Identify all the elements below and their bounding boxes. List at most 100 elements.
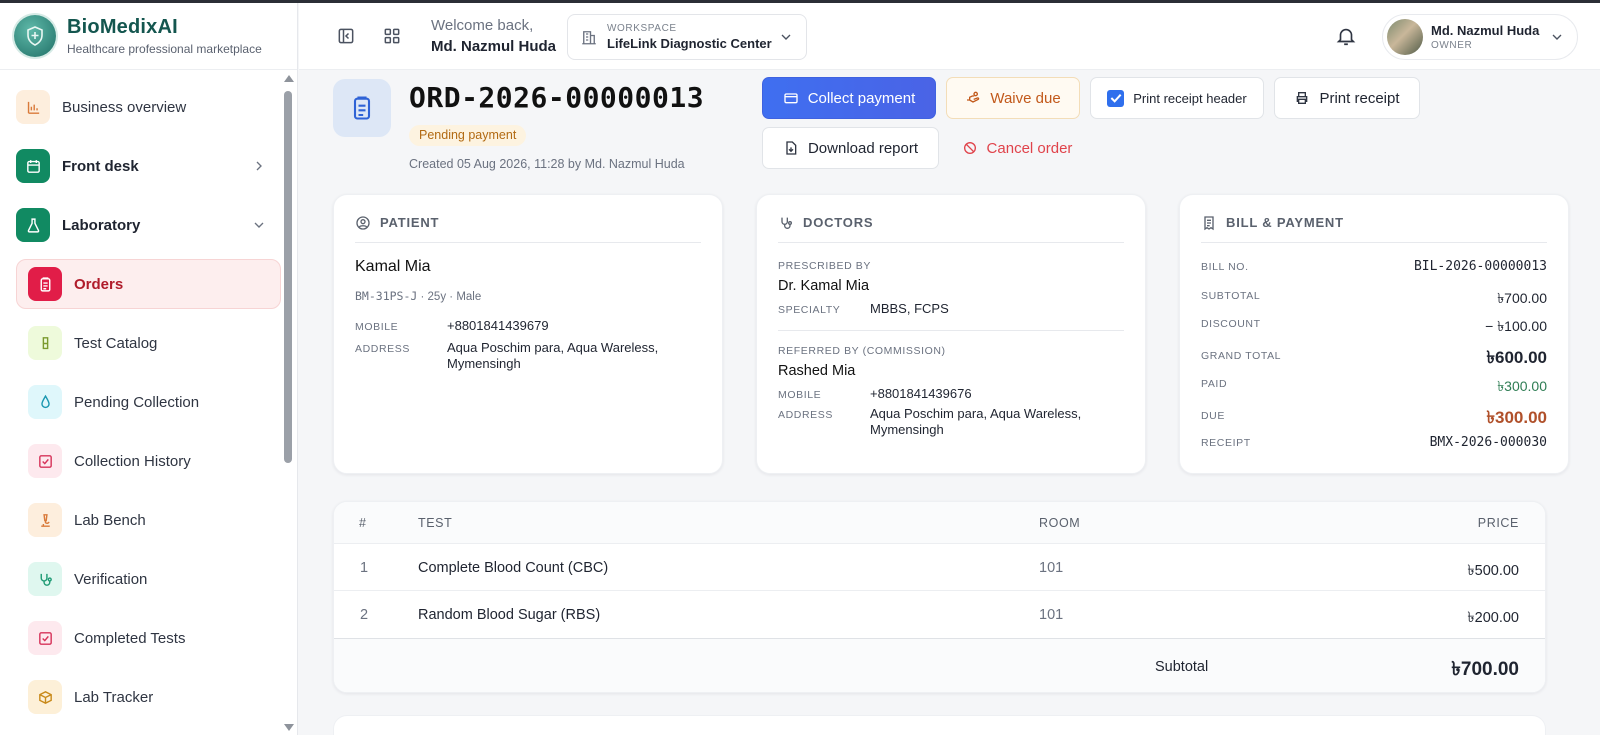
apps-grid-button[interactable] — [380, 24, 404, 48]
sidebar-item-label: Business overview — [62, 98, 187, 116]
print-receipt-label: Print receipt — [1319, 89, 1400, 107]
brand: BioMedixAI Healthcare professional marke… — [0, 3, 297, 70]
referred-by-name: Rashed Mia — [778, 363, 856, 379]
download-report-label: Download report — [807, 139, 919, 157]
sidebar-item-lab-bench[interactable]: Lab Bench — [28, 495, 281, 545]
sidebar-item-pending-collection[interactable]: Pending Collection — [28, 377, 281, 427]
referrer-mobile: +8801841439676 — [870, 386, 972, 401]
download-report-button[interactable]: Download report — [762, 127, 939, 169]
col-test: TEST — [418, 516, 453, 530]
file-download-icon — [786, 141, 797, 155]
print-receipt-header-checkbox[interactable]: Print receipt header — [1090, 77, 1264, 119]
due-label: DUE — [1201, 410, 1225, 422]
workspace-selector[interactable]: WORKSPACE LifeLink Diagnostic Center — [567, 14, 807, 60]
collect-payment-label: Collect payment — [807, 89, 916, 107]
sidebar-item-label: Completed Tests — [74, 629, 186, 647]
sidebar-item-label: Collection History — [74, 452, 191, 470]
sidebar-scrollbar[interactable] — [283, 75, 294, 735]
discount-label: DISCOUNT — [1201, 318, 1261, 330]
table-row: 2 Random Blood Sugar (RBS) 101 ৳200.00 — [334, 591, 1545, 638]
scroll-down-arrow-icon[interactable] — [284, 724, 294, 731]
row-price: ৳500.00 — [1467, 563, 1519, 579]
specialty-label: SPECIALTY — [778, 304, 841, 316]
collapse-sidebar-button[interactable] — [334, 24, 358, 48]
row-test: Random Blood Sugar (RBS) — [418, 607, 601, 623]
sidebar-item-completed-tests[interactable]: Completed Tests — [28, 613, 281, 663]
tests-table: # TEST ROOM PRICE 1 Complete Blood Count… — [333, 501, 1546, 693]
droplet-icon — [28, 385, 62, 419]
patient-card: PATIENT Kamal Mia BM-31PS-J · 25y · Male… — [333, 194, 723, 474]
sidebar-item-label: Lab Tracker — [74, 688, 154, 706]
cancel-order-button[interactable]: Cancel order — [947, 127, 1087, 169]
ban-icon — [963, 142, 976, 154]
paid-value: ৳300.00 — [1497, 378, 1547, 394]
patient-address-line1: Aqua Poschim para, Aqua Wareless, — [447, 340, 659, 355]
row-test: Complete Blood Count (CBC) — [418, 560, 609, 576]
bill-section-title: BILL & PAYMENT — [1226, 215, 1344, 230]
discount-value: − ৳100.00 — [1485, 318, 1547, 334]
bill-no-label: BILL NO. — [1201, 261, 1249, 273]
sidebar-item-collection-history[interactable]: Collection History — [28, 436, 281, 486]
chevron-down-icon — [254, 222, 264, 228]
row-price: ৳200.00 — [1467, 610, 1519, 626]
scrollbar-thumb[interactable] — [284, 91, 292, 463]
user-menu[interactable]: Md. Nazmul Huda OWNER — [1382, 14, 1578, 60]
sidebar-item-lab-tracker[interactable]: Lab Tracker — [28, 672, 281, 722]
sidebar-item-label: Verification — [74, 570, 148, 588]
patient-gender: · Male — [449, 291, 482, 303]
building-icon — [582, 31, 596, 45]
chevron-down-icon — [1552, 34, 1562, 40]
scroll-up-arrow-icon[interactable] — [284, 75, 294, 82]
referrer-address-line2: Mymensingh — [870, 422, 944, 437]
receipt-value: BMX-2026-000030 — [1429, 435, 1547, 450]
receipt-icon — [1204, 216, 1214, 231]
referrer-address-label: ADDRESS — [778, 409, 833, 421]
top-header: Welcome back, Md. Nazmul Huda WORKSPACE … — [299, 3, 1600, 70]
collect-payment-button[interactable]: Collect payment — [762, 77, 936, 119]
bill-no-value: BIL-2026-00000013 — [1413, 259, 1547, 274]
sidebar-item-label: Pending Collection — [74, 393, 200, 411]
checklist-icon — [28, 444, 62, 478]
print-header-label: Print receipt header — [1133, 90, 1247, 106]
specialty-value: MBBS, FCPS — [870, 301, 949, 316]
waive-due-button[interactable]: Waive due — [946, 77, 1080, 119]
sidebar-item-front-desk[interactable]: Front desk — [16, 141, 281, 191]
test-tube-icon — [28, 326, 62, 360]
grand-total-value: ৳600.00 — [1486, 348, 1547, 367]
paid-label: PAID — [1201, 378, 1228, 390]
calendar-icon — [16, 149, 50, 183]
profile-name: Md. Nazmul Huda — [1431, 23, 1540, 38]
credit-card-icon — [784, 93, 798, 104]
brand-logo-icon — [14, 15, 56, 57]
print-receipt-button[interactable]: Print receipt — [1274, 77, 1420, 119]
sidebar-item-label: Laboratory — [62, 216, 141, 234]
patient-meta: BM-31PS-J · 25y · Male — [355, 289, 481, 303]
row-num: 2 — [360, 607, 369, 623]
patient-name: Kamal Mia — [355, 258, 431, 275]
grand-total-label: GRAND TOTAL — [1201, 350, 1282, 362]
sidebar-item-verification[interactable]: Verification — [28, 554, 281, 604]
checkbox-checked-icon[interactable] — [1107, 89, 1125, 107]
due-value: ৳300.00 — [1486, 408, 1547, 427]
sidebar-item-orders[interactable]: Orders — [16, 259, 281, 309]
sidebar-item-laboratory[interactable]: Laboratory — [16, 200, 281, 250]
notifications-button[interactable] — [1335, 25, 1357, 47]
doctors-divider — [778, 330, 1124, 331]
order-id: ORD-2026-00000013 — [409, 81, 705, 114]
sidebar-item-label: Lab Bench — [74, 511, 146, 529]
user-circle-icon — [356, 216, 370, 230]
next-section-card — [333, 715, 1546, 735]
main-content: ORD-2026-00000013 Pending payment Create… — [299, 71, 1600, 735]
clipboard-icon — [28, 267, 62, 301]
order-created-info: Created 05 Aug 2026, 11:28 by Md. Nazmul… — [409, 157, 685, 171]
sidebar-item-business-overview[interactable]: Business overview — [16, 82, 281, 132]
chevron-right-icon — [256, 161, 262, 171]
col-room: ROOM — [1039, 516, 1081, 530]
patient-address-line2: Mymensingh — [447, 356, 521, 371]
sidebar-item-test-catalog[interactable]: Test Catalog — [28, 318, 281, 368]
subtotal-label: SUBTOTAL — [1201, 290, 1261, 302]
order-clipboard-icon — [333, 79, 391, 137]
grid-icon — [384, 28, 400, 44]
row-room: 101 — [1039, 607, 1064, 623]
bell-icon — [1336, 28, 1356, 46]
